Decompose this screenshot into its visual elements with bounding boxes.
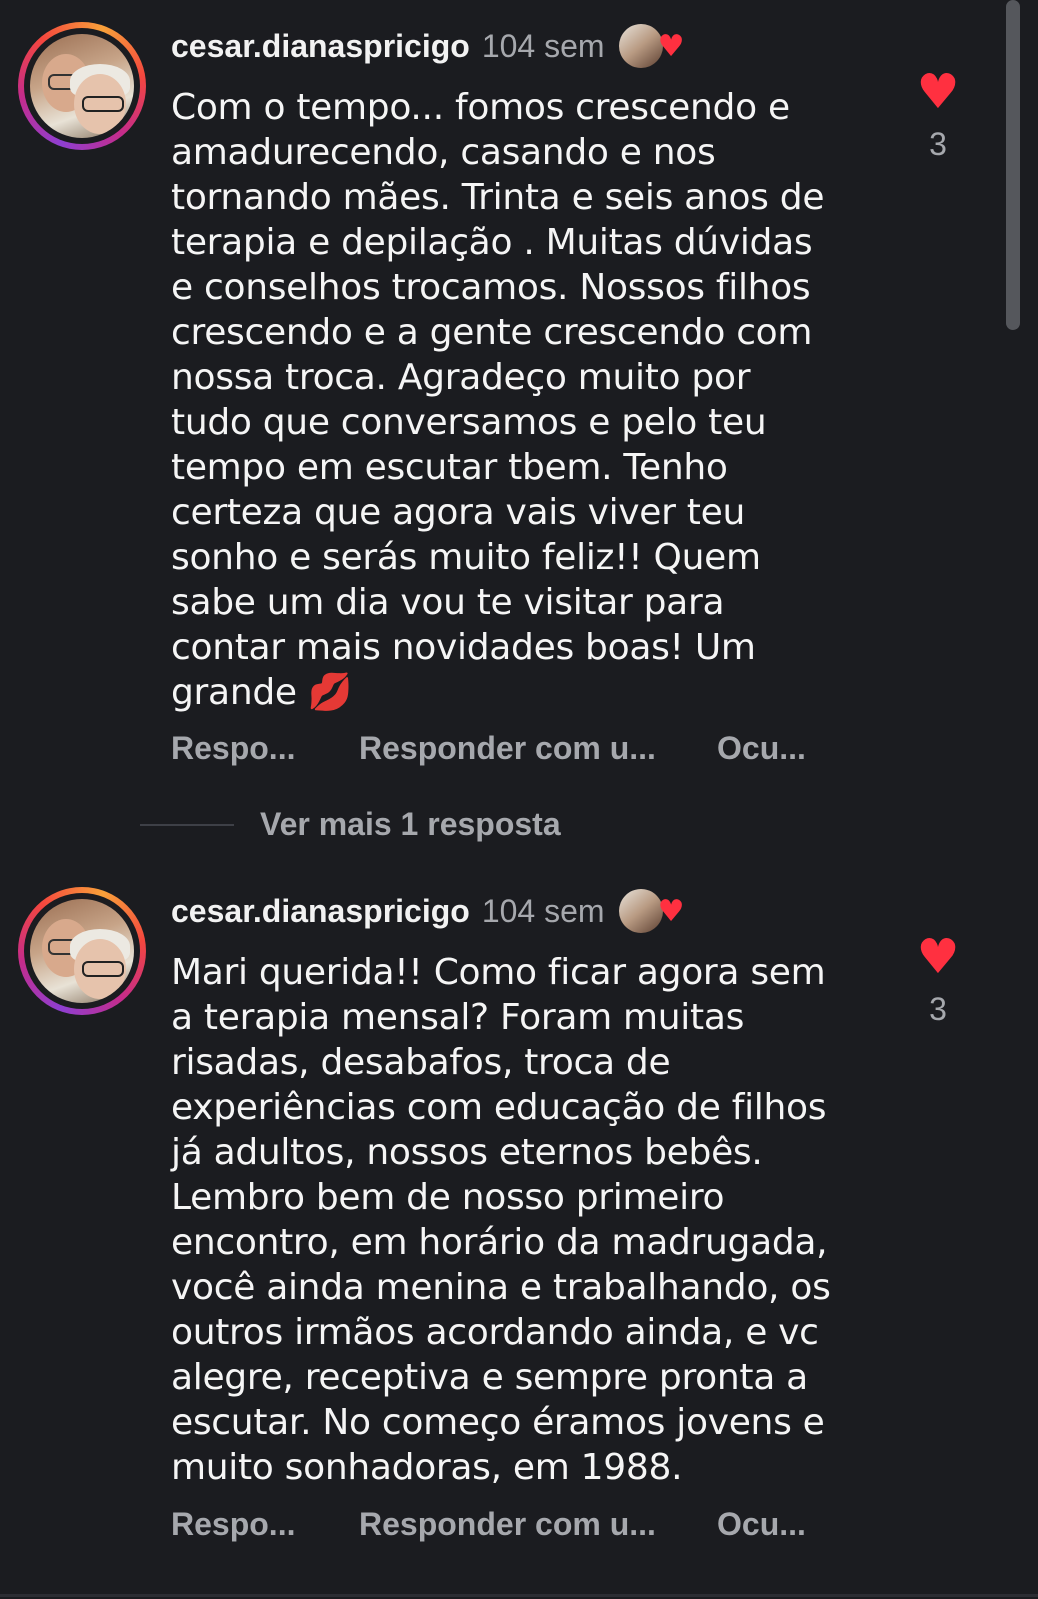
divider	[140, 823, 234, 826]
reply-button[interactable]: Respo...	[171, 730, 359, 767]
comment-actions: Respo... Responder com u... Ocu...	[171, 730, 806, 767]
like-button[interactable]: ♥ 3	[912, 933, 964, 1028]
creator-heart-icon: ♥	[657, 894, 685, 929]
comment-text: Com o tempo... fomos crescendo e amadure…	[171, 87, 825, 713]
hide-button[interactable]: Ocu...	[717, 1506, 806, 1543]
username[interactable]: cesar.dianaspricigo	[171, 28, 470, 65]
username[interactable]: cesar.dianaspricigo	[171, 893, 470, 930]
comment-actions: Respo... Responder com u... Ocu...	[171, 1506, 806, 1543]
avatar[interactable]	[18, 22, 146, 150]
timestamp: 104 sem	[481, 892, 605, 929]
like-count: 3	[929, 126, 947, 162]
scrollbar[interactable]	[1006, 0, 1020, 330]
avatar[interactable]	[18, 887, 146, 1015]
comment-text: Mari querida!! Como ficar agora sem a te…	[171, 952, 831, 1488]
like-button[interactable]: ♥ 3	[912, 68, 964, 163]
avatar-photo	[30, 34, 134, 138]
kiss-emoji: 💋	[307, 672, 353, 713]
heart-icon: ♥	[916, 64, 960, 120]
like-count: 3	[929, 991, 947, 1027]
view-more-replies[interactable]: Ver mais 1 resposta	[140, 806, 561, 843]
hide-button[interactable]: Ocu...	[717, 730, 806, 767]
reply-with-button[interactable]: Responder com u...	[359, 730, 717, 767]
comment: cesar.dianaspricigo 104 sem ♥ Mari queri…	[0, 865, 1010, 1595]
comment-header: cesar.dianaspricigo 104 sem ♥	[171, 22, 685, 70]
divider	[0, 1594, 1038, 1597]
view-more-label: Ver mais 1 resposta	[260, 806, 561, 842]
avatar-photo	[30, 899, 134, 1003]
comment-header: cesar.dianaspricigo 104 sem ♥	[171, 887, 685, 935]
timestamp: 104 sem	[481, 27, 605, 64]
comment: cesar.dianaspricigo 104 sem ♥ Com o temp…	[0, 0, 1010, 790]
heart-icon: ♥	[916, 929, 960, 985]
reply-button[interactable]: Respo...	[171, 1506, 359, 1543]
reply-with-button[interactable]: Responder com u...	[359, 1506, 717, 1543]
creator-heart-icon: ♥	[657, 29, 685, 64]
creator-avatar: ♥	[618, 889, 685, 933]
creator-avatar: ♥	[618, 24, 685, 68]
